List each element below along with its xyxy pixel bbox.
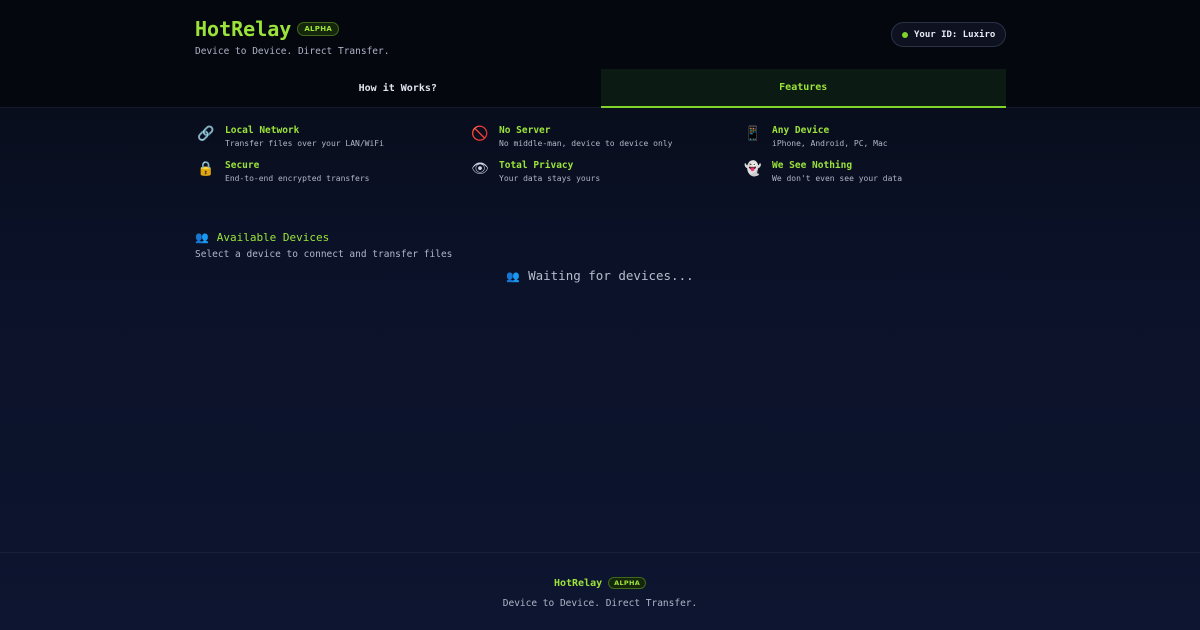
phone-icon: 📱 [744,126,762,142]
users-icon: 👥 [506,270,521,283]
tab-how-it-works[interactable]: How it Works? [195,69,601,108]
footer: HotRelay ALPHA Device to Device. Direct … [0,552,1200,630]
available-devices-section: 👥 Available Devices Select a device to c… [195,231,452,260]
alpha-badge: ALPHA [297,22,340,36]
ghost-icon: 👻 [744,161,762,177]
tab-bar: How it Works? Features [195,69,1006,108]
feature-any-device: 📱 Any Device iPhone, Android, PC, Mac [742,125,888,148]
feature-secure: 🔒 Secure End-to-end encrypted transfers [195,160,370,183]
feature-no-server: 🚫 No Server No middle-man, device to dev… [469,125,672,148]
feature-title: We See Nothing [772,160,853,171]
app-tagline: Device to Device. Direct Transfer. [195,46,390,57]
online-status-icon [902,31,908,38]
feature-we-see-nothing: 👻 We See Nothing We don't even see your … [742,160,902,183]
users-icon: 👥 [195,231,209,244]
lock-icon: 🔒 [197,161,215,177]
feature-desc: Your data stays yours [499,174,601,183]
feature-desc: End-to-end encrypted transfers [225,174,370,183]
feature-title: Total Privacy [499,160,574,171]
feature-desc: We don't even see your data [772,174,903,183]
top-bar: HotRelay ALPHA Device to Device. Direct … [0,0,1200,108]
feature-title: Secure [225,160,260,171]
section-subtitle: Select a device to connect and transfer … [195,249,453,260]
user-id-pill[interactable]: Your ID: Luxiro [891,22,1006,47]
brand: HotRelay ALPHA Device to Device. Direct … [195,17,389,57]
feature-total-privacy: 👁 Total Privacy Your data stays yours [469,160,600,183]
section-title: Available Devices [216,231,330,244]
footer-title: HotRelay [553,577,603,589]
no-entry-icon: 🚫 [471,126,489,142]
feature-title: Local Network [225,125,300,136]
tab-features[interactable]: Features [600,69,1006,108]
app-title: HotRelay [195,17,292,41]
footer-alpha-badge: ALPHA [608,577,647,589]
eye-icon: 👁 [471,161,489,177]
footer-tagline: Device to Device. Direct Transfer. [502,598,698,609]
user-id-label: Your ID: Luxiro [914,29,996,40]
feature-desc: iPhone, Android, PC, Mac [772,139,888,148]
feature-title: No Server [499,125,551,136]
feature-title: Any Device [772,125,830,136]
feature-local-network: 🔗 Local Network Transfer files over your… [195,125,384,148]
feature-desc: No middle-man, device to device only [499,139,673,148]
link-icon: 🔗 [197,126,215,142]
waiting-state: 👥 Waiting for devices... [0,268,1200,283]
feature-desc: Transfer files over your LAN/WiFi [225,139,384,148]
waiting-text: Waiting for devices... [528,268,694,283]
